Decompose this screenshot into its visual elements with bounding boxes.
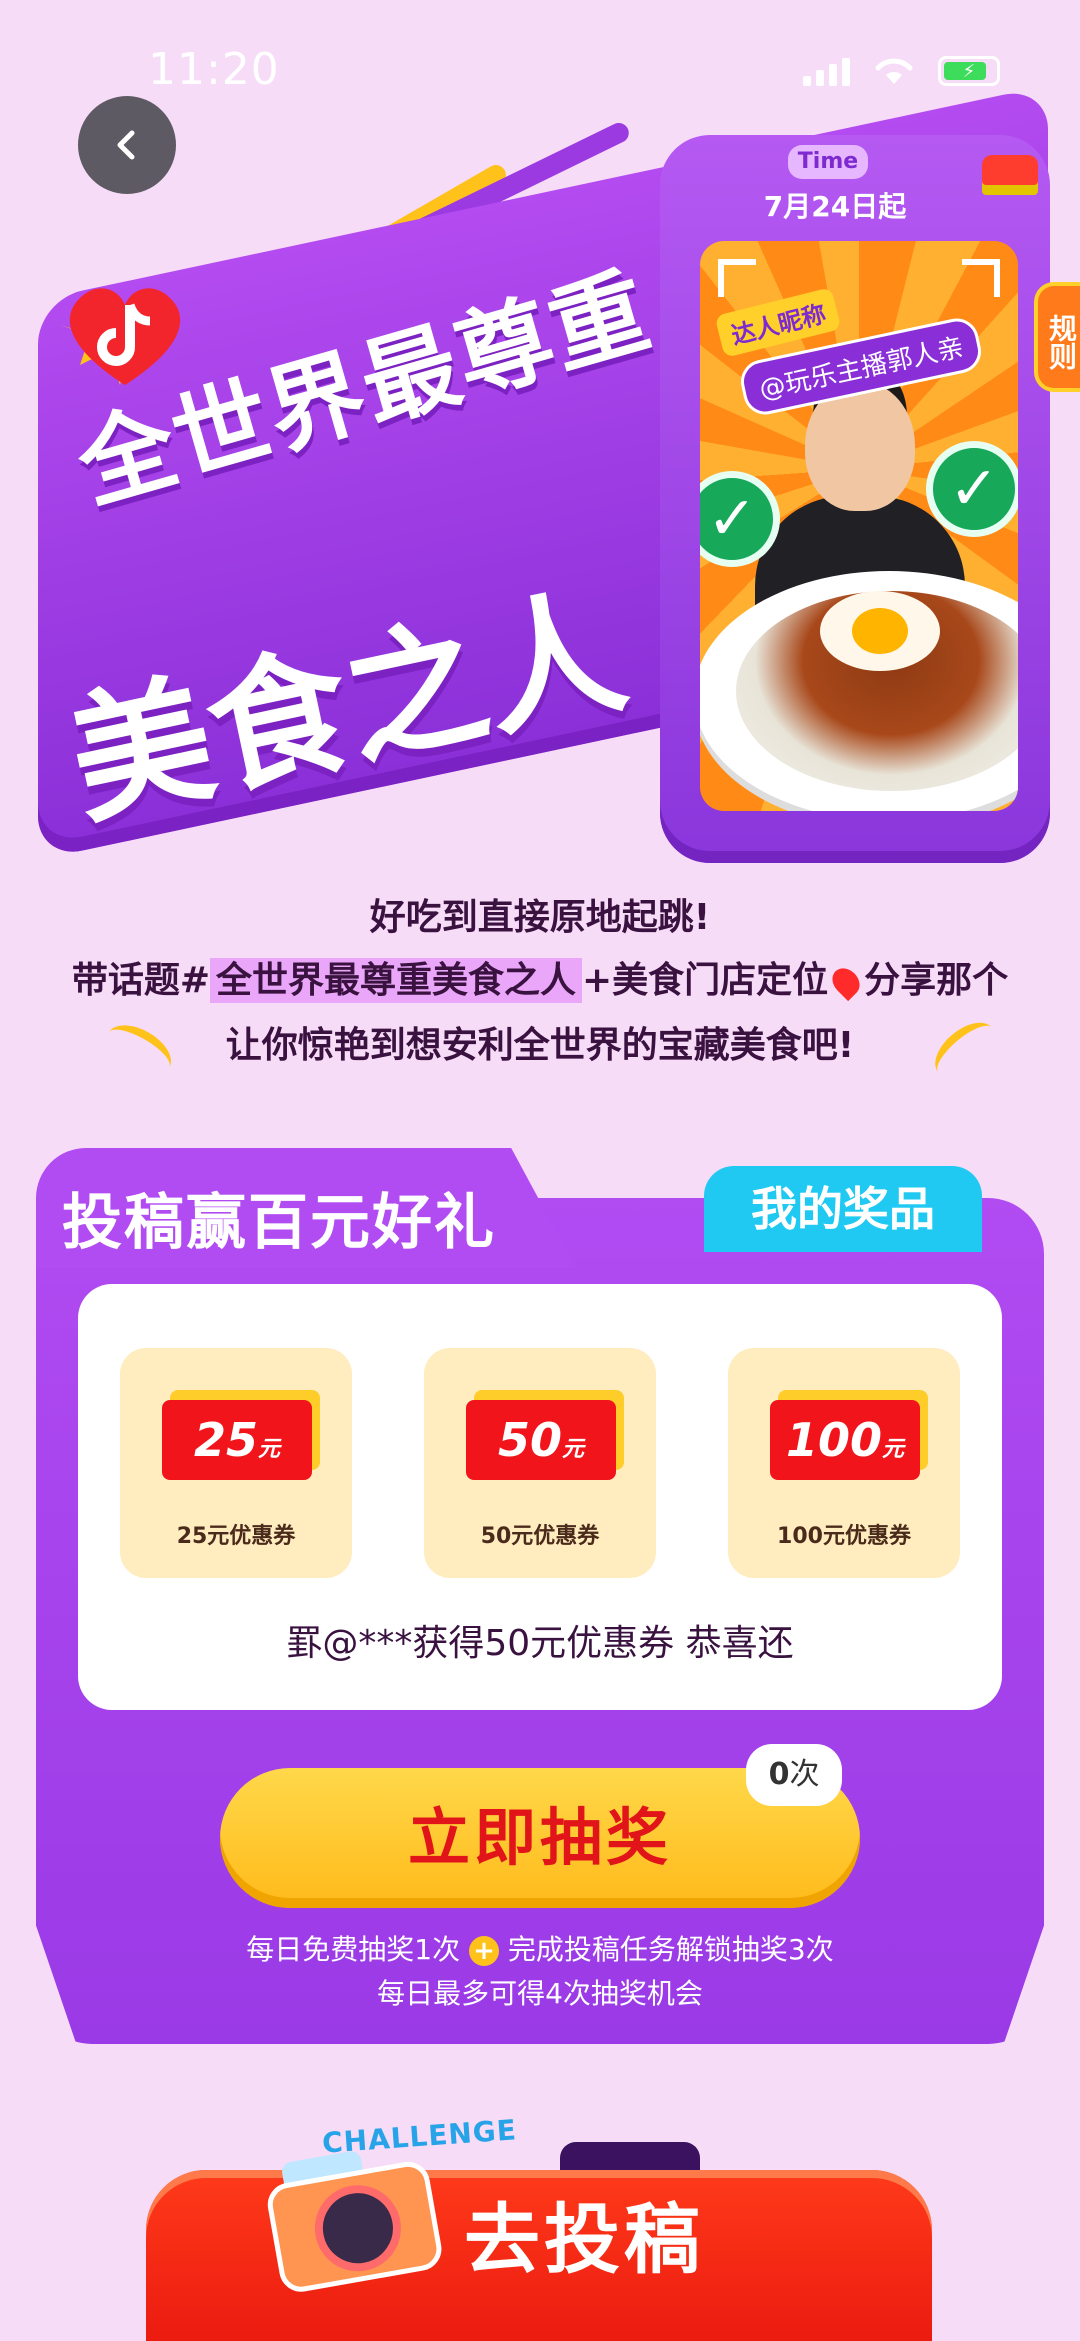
signal-icon bbox=[803, 56, 850, 86]
host-photo: ✓ ✓ 达人昵称 @玩乐主播郭人亲 bbox=[700, 241, 1018, 811]
coupon-25[interactable]: 25元 25元优惠券 bbox=[120, 1348, 352, 1578]
note-free-draw: 每日免费抽奖1次 bbox=[246, 1933, 461, 1966]
draw-count-bubble: 0次 bbox=[746, 1744, 842, 1806]
prize-card: 投稿赢百元好礼 我的奖品 25元 25元优惠券 50元 50元优惠券 100元 … bbox=[36, 1148, 1044, 2044]
camera-icon bbox=[259, 2129, 445, 2296]
coupon-label: 25元优惠券 bbox=[176, 1524, 296, 1549]
frame-corner bbox=[718, 259, 756, 297]
draw-note-line1: 每日免费抽奖1次 + 完成投稿任务解锁抽奖3次 bbox=[36, 1928, 1044, 1968]
location-pin-icon bbox=[827, 962, 866, 1002]
coupon-50[interactable]: 50元 50元优惠券 bbox=[424, 1348, 656, 1578]
coupon-label: 100元优惠券 bbox=[777, 1524, 911, 1549]
status-icons: ⚡ bbox=[803, 56, 1000, 86]
frame-corner bbox=[962, 259, 1000, 297]
draw-count: 0 bbox=[768, 1757, 790, 1792]
rules-tab[interactable]: 规则 bbox=[1034, 282, 1080, 392]
wifi-icon bbox=[875, 58, 913, 84]
hero-photo-frame: Time 7月24日起 ✓ ✓ 达人昵称 @玩乐主播郭人亲 bbox=[660, 135, 1050, 863]
intro-suffix: 分享那个 bbox=[864, 960, 1009, 1001]
coupon-ticket: 50元 bbox=[466, 1400, 616, 1480]
coupon-100[interactable]: 100元 100元优惠券 bbox=[728, 1348, 960, 1578]
hero-banner: 全世界最尊重 美食之人 Time 7月24日起 ✓ ✓ 达人昵称 @玩乐主播郭人… bbox=[30, 85, 1050, 865]
deco-red-button bbox=[982, 155, 1038, 185]
intro-mid: +美食门店定位 bbox=[582, 960, 829, 1001]
hashtag-text: 全世界最尊重美食之人 bbox=[209, 958, 582, 1003]
fried-egg bbox=[820, 591, 940, 671]
start-date: 7月24日起 bbox=[763, 190, 907, 223]
intro-line1: 好吃到直接原地起跳! bbox=[369, 897, 711, 938]
time-badge: Time bbox=[788, 145, 868, 179]
draw-count-unit: 次 bbox=[789, 1757, 820, 1792]
intro-prefix: 带话题# bbox=[71, 960, 210, 1001]
plus-icon: + bbox=[469, 1936, 499, 1966]
winners-marquee: 罫@***获得50元优惠券 恭喜还 bbox=[286, 1623, 794, 1664]
status-time: 11:20 bbox=[148, 44, 280, 95]
coupon-box: 25元 25元优惠券 50元 50元优惠券 100元 100元优惠券 罫@***… bbox=[78, 1284, 1002, 1710]
draw-note-line2: 每日最多可得4次抽奖机会 bbox=[377, 1977, 703, 2010]
intro-line2: 带话题# 全世界最尊重美食之人 +美食门店定位 分享那个 bbox=[0, 946, 1080, 1016]
my-prizes-tab[interactable]: 我的奖品 bbox=[704, 1166, 982, 1252]
coupon-ticket: 25元 bbox=[162, 1400, 312, 1480]
check-icon: ✓ bbox=[926, 441, 1018, 537]
coupon-ticket: 100元 bbox=[770, 1400, 920, 1480]
prize-card-title: 投稿赢百元好礼 bbox=[62, 1188, 496, 1258]
battery-icon: ⚡ bbox=[938, 56, 1000, 86]
submit-post-button[interactable]: 去投稿 bbox=[146, 2170, 932, 2341]
coupon-label: 50元优惠券 bbox=[480, 1524, 600, 1549]
note-unlock-draw: 完成投稿任务解锁抽奖3次 bbox=[507, 1933, 834, 1966]
